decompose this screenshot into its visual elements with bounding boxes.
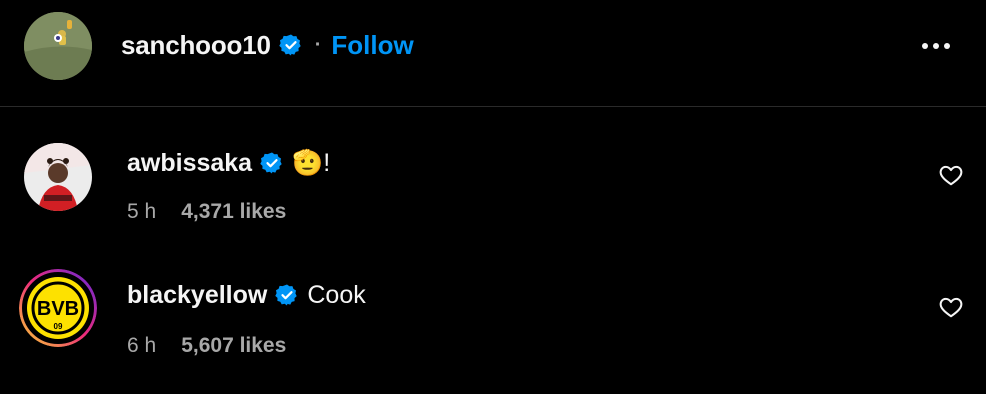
comment-line: awbissaka 🫡! (127, 148, 330, 178)
commenter-username[interactable]: blackyellow (127, 281, 267, 310)
author-avatar-image (24, 12, 92, 80)
heart-outline-icon[interactable] (938, 162, 964, 188)
heart-outline-icon[interactable] (938, 294, 964, 320)
comment-text: Cook (307, 280, 366, 309)
bvb-logo-avatar: BVB 09 (19, 269, 97, 347)
verified-badge-icon (260, 151, 284, 175)
verified-badge-icon (279, 33, 303, 57)
post-header: sanchooo10 · Follow (0, 0, 986, 107)
author-username[interactable]: sanchooo10 (121, 30, 271, 61)
commenter-avatar-image (24, 143, 92, 211)
comment-text: 🫡! (292, 148, 331, 177)
comment-likes[interactable]: 5,607 likes (181, 334, 286, 358)
commenter-avatar[interactable]: BVB 09 (19, 269, 97, 347)
svg-text:09: 09 (54, 322, 63, 331)
svg-text:BVB: BVB (37, 298, 79, 320)
separator-dot: · (314, 33, 322, 56)
comment-line: blackyellow Cook (127, 280, 366, 310)
commenter-avatar[interactable] (24, 143, 92, 211)
comment-time[interactable]: 5 h (127, 200, 156, 224)
comment-meta: 6 h 5,607 likes (127, 334, 286, 358)
comment-time[interactable]: 6 h (127, 334, 156, 358)
comment-meta: 5 h 4,371 likes (127, 200, 286, 224)
header-user-row: sanchooo10 · Follow (121, 30, 414, 60)
comment-likes[interactable]: 4,371 likes (181, 200, 286, 224)
follow-button[interactable]: Follow (331, 30, 413, 61)
more-horizontal-icon[interactable] (919, 34, 953, 58)
verified-badge-icon (275, 283, 299, 307)
author-avatar[interactable] (24, 12, 92, 80)
commenter-username[interactable]: awbissaka (127, 149, 252, 178)
